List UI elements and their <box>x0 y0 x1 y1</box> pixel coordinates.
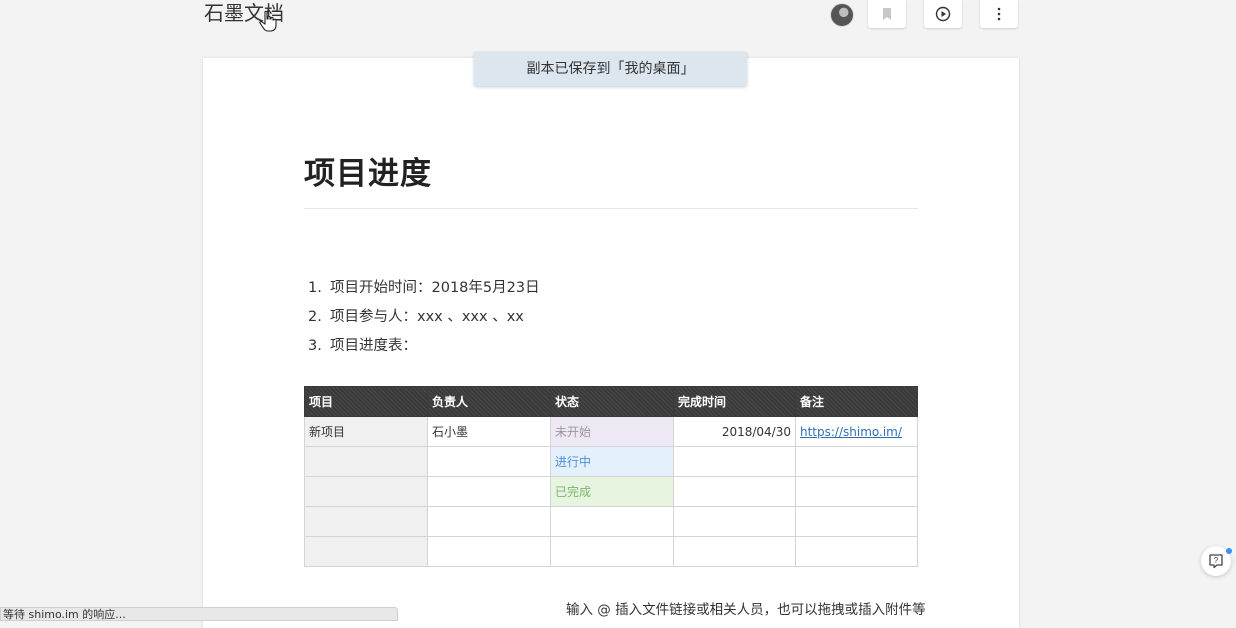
document-title[interactable]: 项目进度 <box>304 148 432 193</box>
more-button[interactable] <box>980 0 1018 28</box>
table-row: 新项目 石小墨 未开始 2018/04/30 https://shimo.im/ <box>304 416 918 447</box>
list-item[interactable]: 1. 项目开始时间：2018年5月23日 <box>308 276 540 305</box>
user-avatar[interactable] <box>830 3 854 27</box>
table-cell[interactable] <box>550 506 674 537</box>
notification-dot <box>1226 548 1232 554</box>
table-row <box>304 536 918 567</box>
table-cell[interactable] <box>673 536 796 567</box>
status-cell[interactable]: 未开始 <box>550 416 674 447</box>
table-header-cell[interactable]: 状态 <box>550 386 674 417</box>
link[interactable]: https://shimo.im/ <box>800 425 902 439</box>
help-icon: ? <box>1209 554 1223 569</box>
table-row <box>304 506 918 537</box>
list-number: 1. <box>308 280 322 296</box>
play-circle-icon <box>935 6 951 22</box>
table-header-cell[interactable]: 项目 <box>304 386 428 417</box>
list-item-text: 项目进度表： <box>330 338 417 354</box>
editor-hint: 输入 @ 插入文件链接或相关人员，也可以拖拽或插入附件等 <box>566 602 926 618</box>
bookmark-icon <box>883 8 891 20</box>
list-item[interactable]: 3. 项目进度表： <box>308 334 540 363</box>
table-cell[interactable] <box>304 506 428 537</box>
more-vertical-icon <box>997 7 1001 21</box>
present-button[interactable] <box>924 0 962 28</box>
title-divider <box>304 208 918 209</box>
list-item-text: 项目参与人：xxx 、xxx 、xx <box>330 309 524 325</box>
table-header-row: 项目 负责人 状态 完成时间 备注 <box>304 386 918 417</box>
table-header-cell[interactable]: 完成时间 <box>673 386 796 417</box>
table-cell[interactable] <box>427 446 551 477</box>
table-cell[interactable] <box>673 446 796 477</box>
table-header-cell[interactable]: 负责人 <box>427 386 551 417</box>
table-cell[interactable] <box>427 476 551 507</box>
svg-text:?: ? <box>1214 556 1219 565</box>
status-cell[interactable]: 进行中 <box>550 446 674 477</box>
table-header-cell[interactable]: 备注 <box>795 386 918 417</box>
table-cell[interactable] <box>795 506 918 537</box>
table-row: 进行中 <box>304 446 918 477</box>
table-cell[interactable] <box>304 476 428 507</box>
table-cell[interactable] <box>673 476 796 507</box>
browser-status-bar: 等待 shimo.im 的响应... <box>0 607 398 621</box>
saved-toast: 副本已保存到「我的桌面」 <box>474 52 747 86</box>
table-cell[interactable] <box>673 506 796 537</box>
table-cell[interactable]: https://shimo.im/ <box>795 416 918 447</box>
progress-table[interactable]: 项目 负责人 状态 完成时间 备注 新项目 石小墨 未开始 2018/04/30… <box>304 386 918 567</box>
table-cell[interactable] <box>795 476 918 507</box>
list-item-text: 项目开始时间：2018年5月23日 <box>330 280 540 296</box>
status-cell[interactable]: 已完成 <box>550 476 674 507</box>
table-cell[interactable]: 石小墨 <box>427 416 551 447</box>
hand-cursor-icon <box>259 10 277 32</box>
bookmark-button[interactable] <box>868 0 906 28</box>
list-number: 2. <box>308 309 322 325</box>
table-cell[interactable]: 新项目 <box>304 416 428 447</box>
list-number: 3. <box>308 338 322 354</box>
table-cell[interactable]: 2018/04/30 <box>673 416 796 447</box>
list-item[interactable]: 2. 项目参与人：xxx 、xxx 、xx <box>308 305 540 334</box>
table-cell[interactable] <box>550 536 674 567</box>
table-cell[interactable] <box>795 446 918 477</box>
ordered-list[interactable]: 1. 项目开始时间：2018年5月23日 2. 项目参与人：xxx 、xxx 、xx… <box>308 276 540 363</box>
table-cell[interactable] <box>304 536 428 567</box>
table-cell[interactable] <box>427 536 551 567</box>
table-cell[interactable] <box>304 446 428 477</box>
table-cell[interactable] <box>795 536 918 567</box>
table-cell[interactable] <box>427 506 551 537</box>
table-row: 已完成 <box>304 476 918 507</box>
